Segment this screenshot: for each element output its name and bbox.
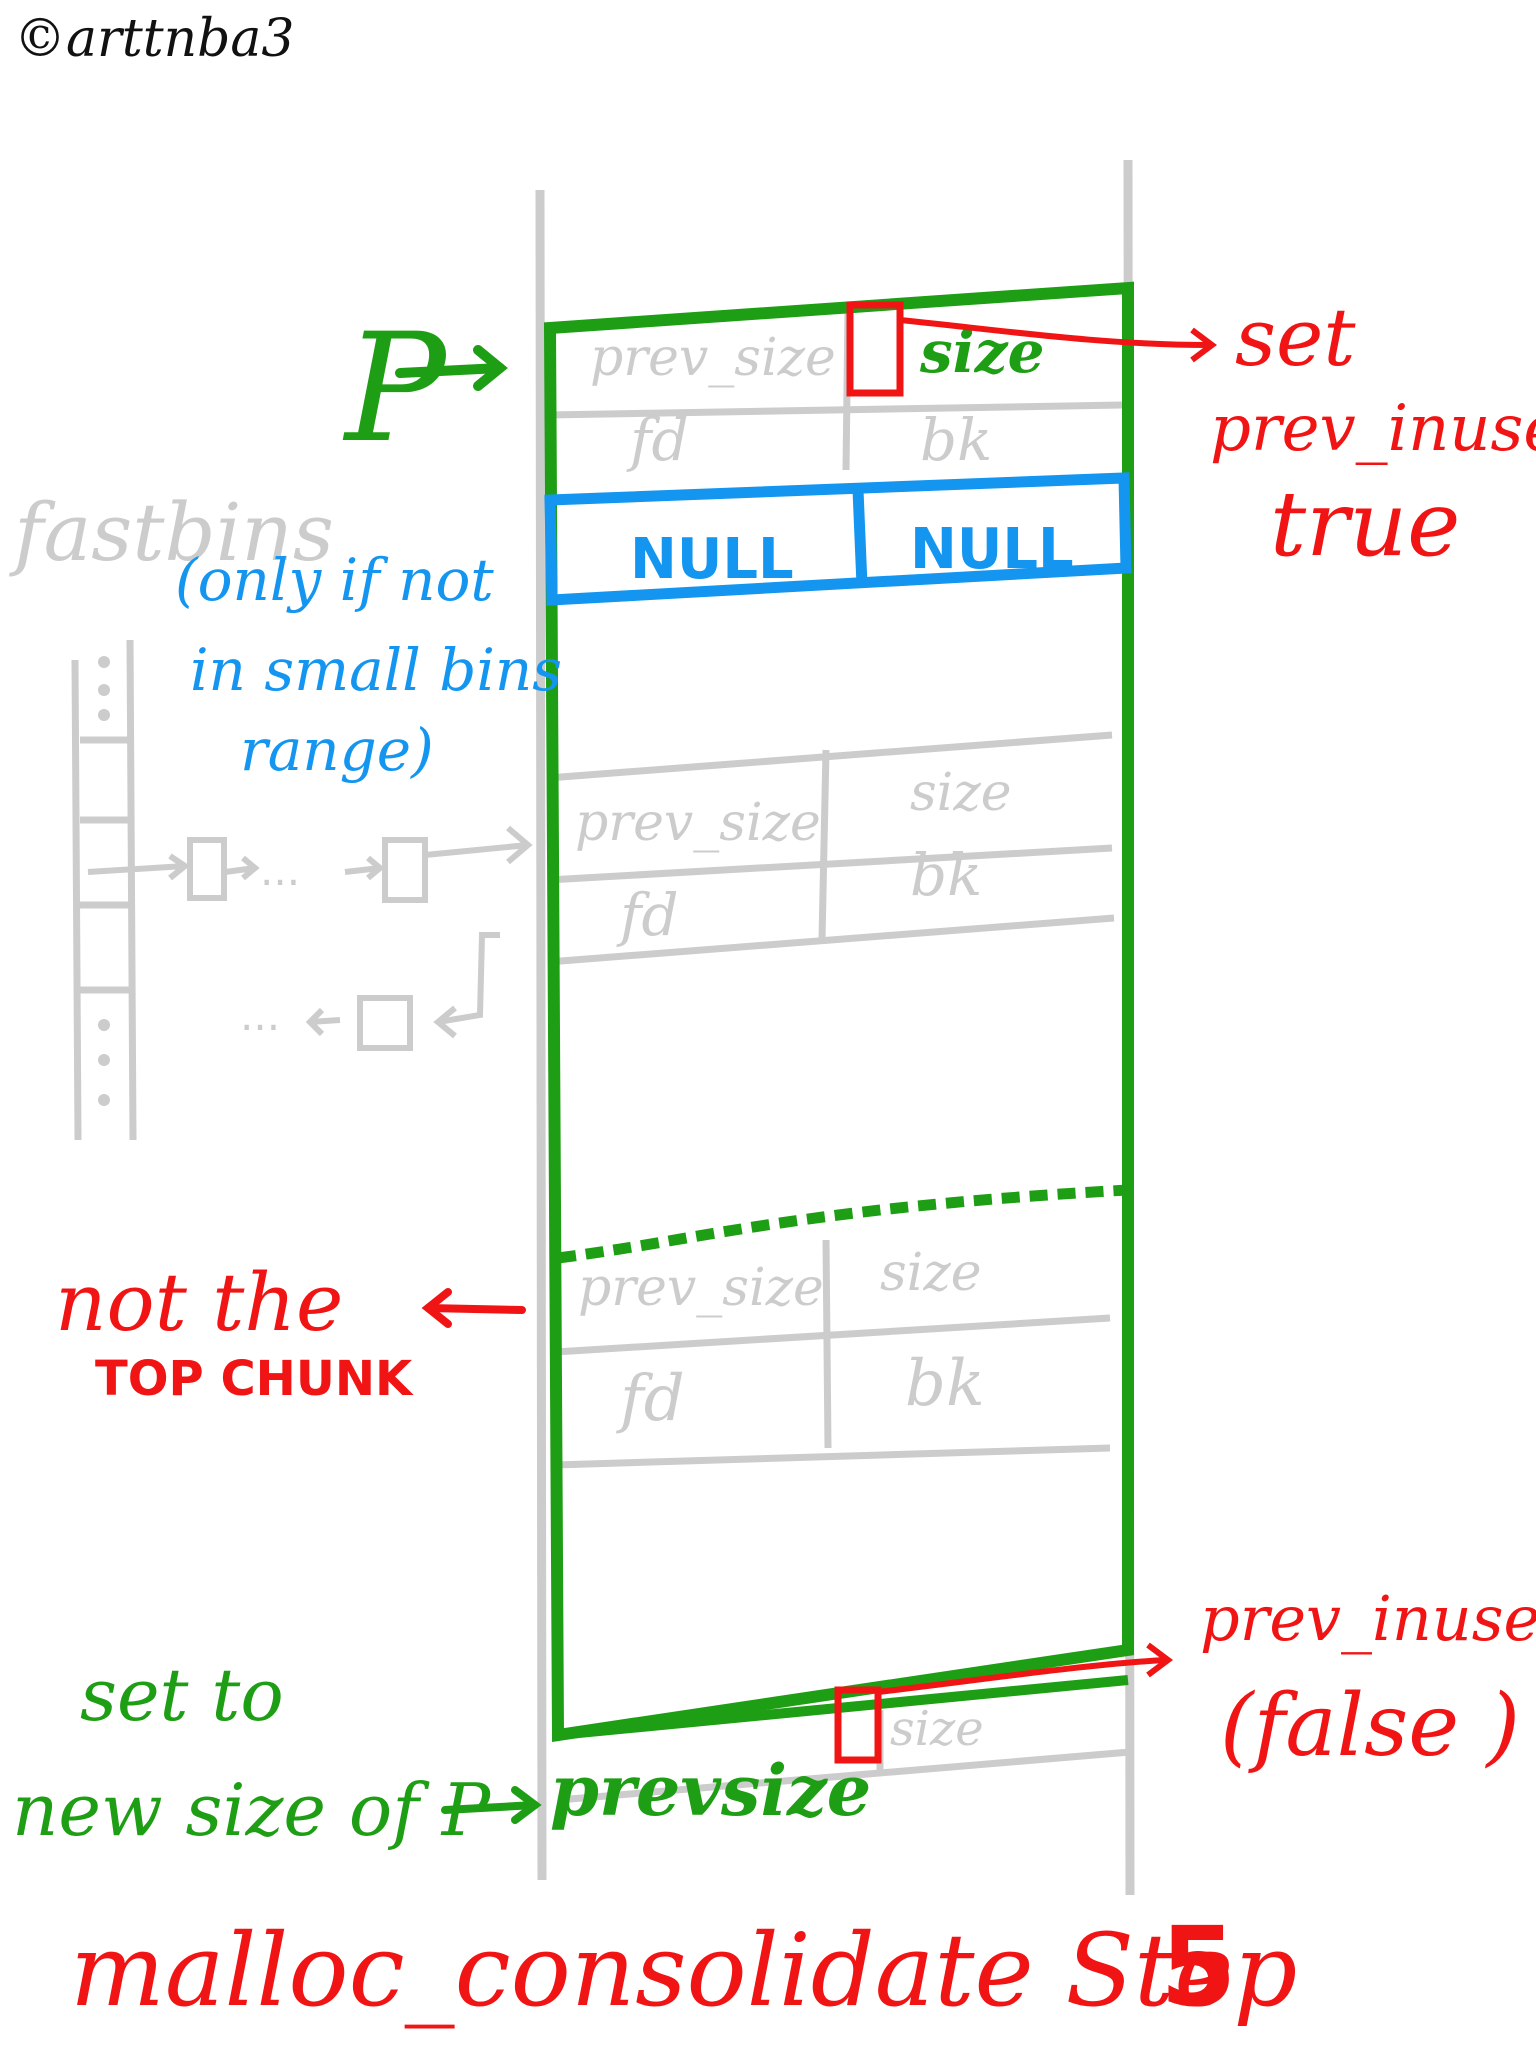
fastbin-list-dots: ... [260,846,300,895]
prev-inuse-label: prev_inuse [1210,392,1536,466]
true-label: true [1270,472,1460,577]
note-line-3: range) [240,716,434,784]
mid-size-label: size [910,763,1012,823]
set-to-label: set to [80,1653,284,1737]
caption-title: malloc_consolidate Step [70,1912,1297,2029]
mid-prev-size-label: prev_size [575,793,821,853]
diagram-canvas: ©arttnba3 prev_size fd bk prev_size size… [9,9,1536,2031]
not-top-chunk-arrow [421,1288,526,1328]
mid-bk-label: bk [910,841,982,909]
next-prev-size-label: prevsize [550,1749,871,1832]
false-label: (false ) [1220,1676,1520,1776]
fastbins-ellipsis-dots [98,656,110,1106]
fastbin-list-arrows [87,825,533,1051]
set-label: set [1235,291,1356,384]
caption-step-number: 5 [1160,1903,1237,2031]
consolidated-chunk-p [543,281,1134,1742]
copyright-label: ©arttnba3 [14,9,295,69]
low-fd-label: fd [616,1362,685,1436]
not-the-label: not the [55,1256,343,1349]
new-size-label: new size of P [12,1768,492,1852]
merged-boundary-line [557,1184,1129,1264]
memory-left-rail [535,189,547,1881]
fastbin-back-dots: ... [240,991,280,1040]
low-prev-size-label: prev_size [578,1258,824,1318]
top-fd-label: fd [626,406,689,474]
note-line-1: (only if not [175,546,494,614]
top-bk-label: bk [920,406,992,474]
mid-fd-label: fd [616,881,679,949]
low-size-label: size [880,1243,982,1303]
top-chunk-label: TOP CHUNK [95,1351,414,1407]
note-line-2: in small bins [190,636,562,704]
low-bk-label: bk [905,1347,985,1421]
next-size-label: size [890,1701,984,1757]
fd-null-value: NULL [630,527,794,592]
prev-inuse-question-label: prev_inuse? [1200,1582,1536,1655]
p-pointer-label: P [342,302,449,476]
top-prev-size-label: prev_size [590,328,836,388]
top-prev-inuse-bit-box [846,301,904,397]
bk-null-value: NULL [910,517,1074,582]
